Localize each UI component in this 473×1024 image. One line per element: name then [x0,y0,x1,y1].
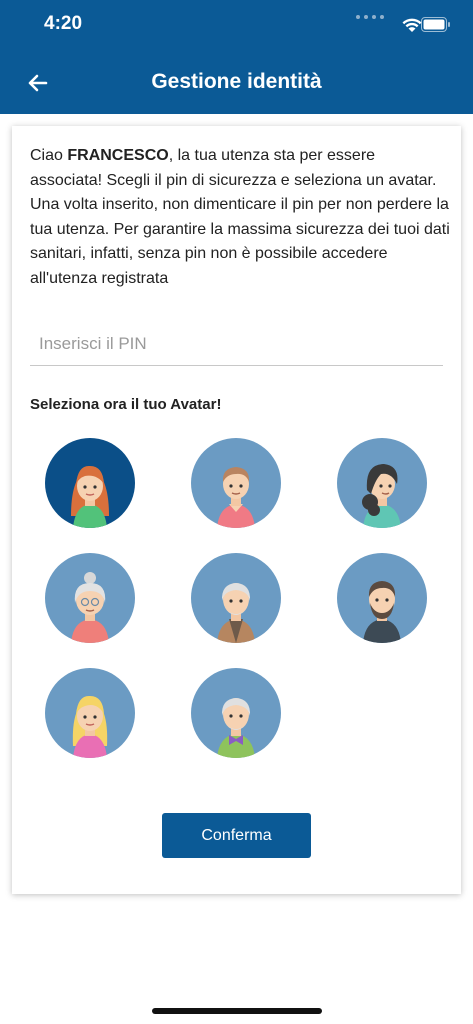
pin-input[interactable] [30,322,443,366]
woman-dark-hair-avatar[interactable] [337,438,427,528]
app-header: 4:20 Gestione identità [0,0,473,114]
intro-text: Ciao FRANCESCO, la tua utenza sta per es… [30,147,450,287]
blonde-girl-avatar[interactable] [45,668,135,758]
user-name: FRANCESCO [67,147,169,164]
young-man-avatar[interactable] [191,438,281,528]
elderly-man-bowtie-avatar[interactable] [191,668,281,758]
status-time: 4:20 [44,13,83,34]
identity-card: Ciao FRANCESCO, la tua utenza sta per es… [12,126,461,894]
wifi-icon [402,18,422,32]
elderly-woman-avatar[interactable] [45,553,135,643]
avatar-heading: Seleziona ora il tuo Avatar! [30,396,222,413]
bearded-man-avatar[interactable] [337,553,427,643]
page-title: Gestione identità [151,70,322,93]
elderly-man-avatar[interactable] [191,553,281,643]
battery-icon [421,17,450,32]
signal-dots-icon [356,15,384,19]
confirm-button[interactable]: Conferma [162,813,311,858]
home-indicator[interactable] [152,1008,322,1014]
young-woman-red-hair-avatar[interactable] [45,438,135,528]
